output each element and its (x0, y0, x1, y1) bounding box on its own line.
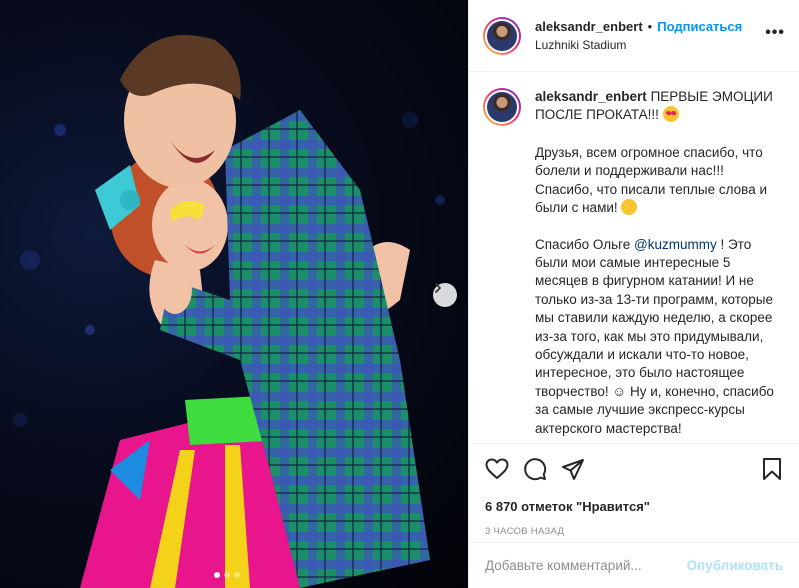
next-photo-button[interactable] (433, 283, 457, 307)
post-photo[interactable] (0, 0, 468, 588)
save-button[interactable] (761, 457, 783, 481)
carousel-dot (224, 572, 230, 578)
like-button[interactable] (485, 458, 509, 480)
avatar[interactable] (483, 16, 521, 55)
author-username[interactable]: aleksandr_enbert (535, 18, 643, 36)
post-header: aleksandr_enbert • Подписаться Luzhniki … (469, 0, 799, 72)
post-timestamp[interactable]: 3 часов назад (485, 526, 783, 537)
caption-avatar[interactable] (483, 88, 521, 126)
carousel-indicator (214, 572, 240, 578)
action-icons (485, 456, 783, 482)
caption-head: aleksandr_enbert ПЕРВЫЕ ЭМОЦИИ ПОСЛЕ ПРО… (483, 88, 783, 126)
author-row: aleksandr_enbert • Подписаться (535, 18, 742, 36)
comment-button[interactable] (523, 457, 547, 481)
carousel-dot (214, 572, 220, 578)
more-options-icon[interactable]: ••• (765, 24, 785, 42)
comment-input[interactable] (485, 558, 687, 573)
caption-paragraph-2: Спасибо Ольге @kuzmummy ! Это были мои с… (535, 236, 783, 438)
hug-emoji-icon (621, 199, 638, 216)
comment-icon (524, 458, 547, 481)
heart-eyes-emoji-icon (662, 106, 679, 122)
caption-area: aleksandr_enbert ПЕРВЫЕ ЭМОЦИИ ПОСЛЕ ПРО… (469, 72, 799, 443)
share-button[interactable] (561, 457, 585, 481)
photo-illustration (13, 35, 445, 588)
mention-link[interactable]: @kuzmummy (634, 237, 717, 252)
caption-para2-after: ! Это были мои самые интересные 5 месяце… (535, 236, 774, 436)
likes-count[interactable]: 6 870 отметок "Нравится" (485, 499, 783, 514)
heart-icon (485, 458, 509, 479)
comment-form: Опубликовать (469, 542, 799, 588)
caption-para1-text: Друзья, всем огромное спасибо, что болел… (535, 145, 767, 216)
caption-paragraph-1: Друзья, всем огромное спасибо, что болел… (535, 144, 783, 218)
caption-para2-before: Спасибо Ольге (535, 236, 634, 252)
post-actions: 6 870 отметок "Нравится" 3 часов назад (469, 443, 799, 537)
share-icon (562, 459, 584, 480)
caption-title: aleksandr_enbert ПЕРВЫЕ ЭМОЦИИ ПОСЛЕ ПРО… (535, 88, 783, 124)
separator: • (647, 18, 653, 34)
publish-button[interactable]: Опубликовать (687, 558, 783, 573)
caption-username[interactable]: aleksandr_enbert (535, 89, 647, 104)
avatar-image (485, 18, 519, 53)
post-sidebar: aleksandr_enbert • Подписаться Luzhniki … (468, 0, 799, 588)
avatar-image (485, 90, 519, 124)
location-link[interactable]: Luzhniki Stadium (535, 36, 742, 54)
follow-button[interactable]: Подписаться (657, 18, 742, 36)
chevron-right-icon (435, 283, 441, 293)
bookmark-icon (763, 458, 781, 480)
carousel-dot (234, 572, 240, 578)
author-meta: aleksandr_enbert • Подписаться Luzhniki … (535, 18, 742, 54)
